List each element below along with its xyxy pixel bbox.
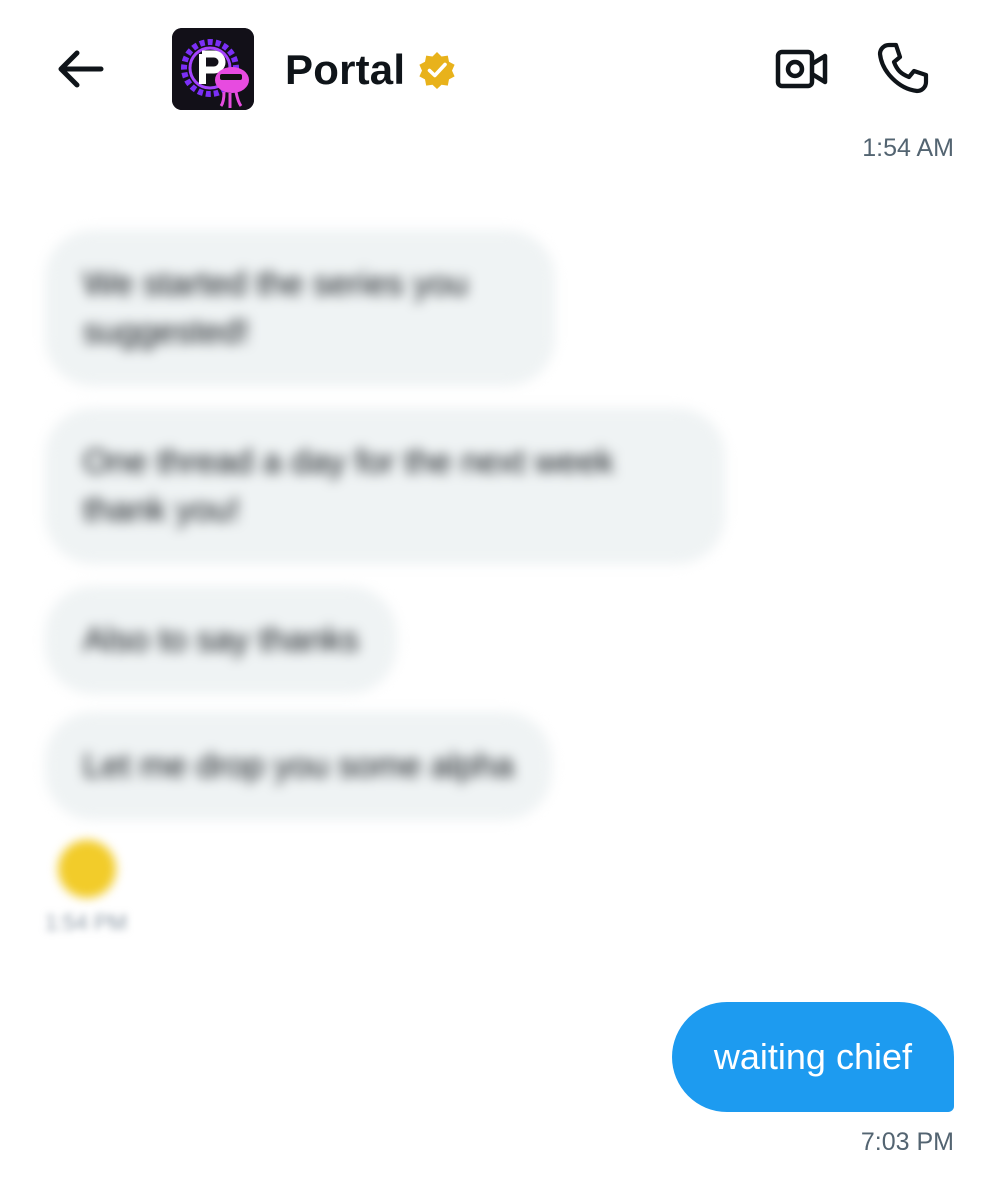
video-call-button[interactable] — [772, 42, 832, 96]
sent-message[interactable]: waiting chief — [671, 1002, 954, 1112]
phone-icon — [877, 42, 929, 94]
voice-call-button[interactable] — [872, 38, 934, 98]
dm-conversation-screen: Portal 1:54 AM We started the series you… — [0, 0, 995, 1200]
emoji-reaction-icon[interactable] — [58, 840, 116, 898]
received-message[interactable]: Also to say thanks — [45, 586, 397, 694]
sent-message-text: waiting chief — [713, 1036, 912, 1077]
conversation-title[interactable]: Portal — [285, 40, 457, 100]
received-message[interactable]: One thread a day for the next week thank… — [45, 408, 725, 564]
portal-logo-icon — [172, 28, 254, 110]
timestamp: 1:54 AM — [862, 134, 954, 162]
received-message[interactable]: We started the series you suggested! — [45, 230, 555, 386]
page-title: Portal — [285, 46, 406, 93]
avatar[interactable] — [172, 28, 254, 110]
received-timestamp: 1:54 PM — [45, 910, 127, 935]
sent-timestamp: 7:03 PM — [860, 1128, 954, 1156]
arrow-left-icon — [58, 50, 104, 88]
video-camera-icon — [775, 49, 828, 89]
verified-badge-icon — [417, 50, 457, 90]
back-button[interactable] — [52, 44, 108, 94]
received-message[interactable]: Let me drop you some alpha — [45, 712, 552, 820]
